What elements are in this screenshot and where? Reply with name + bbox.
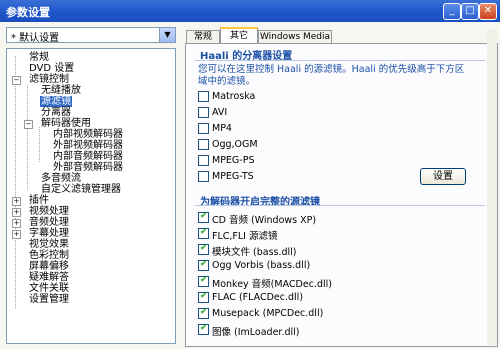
flac-checkbox[interactable] <box>198 291 209 303</box>
expand-icon[interactable]: + <box>12 208 21 217</box>
collapse-icon[interactable]: − <box>24 120 33 129</box>
tree-item-settings-management[interactable]: 设置管理 <box>29 294 69 305</box>
mp4-checkbox[interactable] <box>198 123 209 134</box>
cd-audio-checkbox[interactable] <box>198 211 209 223</box>
ogg-vorbis-checkbox[interactable] <box>198 259 209 271</box>
tree-item-external-video[interactable]: 外部视频解码器 <box>53 140 123 151</box>
mpeg-ps-label: MPEG-PS <box>212 155 255 166</box>
tree-item-dvd[interactable]: DVD 设置 <box>29 63 74 74</box>
minimize-icon[interactable]: _ <box>443 3 461 20</box>
tree-item-custom-filter[interactable]: 自定义滤镜管理器 <box>41 184 121 195</box>
tree-item-troubleshooting[interactable]: 疑难解答 <box>29 272 69 283</box>
group-divider <box>195 205 485 206</box>
tree-item-subtitle-processing[interactable]: 字幕处理 <box>29 228 69 239</box>
tree-item-visual-effects[interactable]: 视觉效果 <box>29 239 69 250</box>
tree-item-source-filter[interactable]: 源滤镜 <box>40 96 72 107</box>
preset-value: * 默认设置 <box>11 33 60 44</box>
settings-button[interactable]: 设置 <box>420 168 466 185</box>
tree-item-splitter[interactable]: 分离器 <box>41 107 71 118</box>
expand-icon[interactable]: + <box>12 219 21 228</box>
musepack-checkbox[interactable] <box>198 307 209 319</box>
tree-item-seamless[interactable]: 无缝播放 <box>41 85 81 96</box>
tree-item-video-processing[interactable]: 视频处理 <box>29 206 69 217</box>
module-file-label: 模块文件 (bass.dll) <box>212 247 297 258</box>
group-divider <box>195 60 485 61</box>
tree-item-filter-control[interactable]: 滤镜控制 <box>29 74 69 85</box>
tree-item-general[interactable]: 常规 <box>29 52 49 63</box>
tree-item-color-control[interactable]: 色彩控制 <box>29 250 69 261</box>
window-title: 参数设置 <box>6 6 50 19</box>
mpeg-ts-label: MPEG-TS <box>212 171 254 182</box>
tree-item-plugins[interactable]: 插件 <box>29 195 49 206</box>
scrollbar[interactable] <box>487 29 497 345</box>
tree-item-external-audio[interactable]: 外部音频解码器 <box>53 162 123 173</box>
mpeg-ps-checkbox[interactable] <box>198 155 209 166</box>
chevron-down-icon[interactable]: ▼ <box>159 28 175 42</box>
ogg-ogm-label: Ogg,OGM <box>212 139 258 150</box>
tree-item-audio-processing[interactable]: 音频处理 <box>29 217 69 228</box>
flac-label: FLAC (FLACDec.dll) <box>212 292 304 303</box>
flc-fli-checkbox[interactable] <box>198 227 209 239</box>
collapse-icon[interactable]: − <box>12 76 21 85</box>
matroska-label: Matroska <box>212 91 256 102</box>
module-file-checkbox[interactable] <box>198 243 209 255</box>
mp4-label: MP4 <box>212 123 232 134</box>
matroska-checkbox[interactable] <box>198 91 209 102</box>
cd-audio-label: CD 音频 (Windows XP) <box>212 215 317 226</box>
splitter-description-line-1: 您可以在这里控制 Haali 的源滤镜。Haali 的优先级高于下方区 <box>198 64 465 75</box>
close-icon[interactable]: ✕ <box>479 3 497 20</box>
monkey-audio-checkbox[interactable] <box>198 275 209 287</box>
expand-icon[interactable]: + <box>12 197 21 206</box>
image-label: 图像 (ImLoader.dll) <box>212 327 300 338</box>
avi-checkbox[interactable] <box>198 107 209 118</box>
maximize-icon[interactable]: □ <box>461 3 479 20</box>
tree-item-internal-video[interactable]: 内部视频解码器 <box>53 129 123 140</box>
tree-item-internal-audio[interactable]: 内部音频解码器 <box>53 151 123 162</box>
image-checkbox[interactable] <box>198 323 209 335</box>
tree-item-decoder-usage[interactable]: 解码器使用 <box>41 118 91 129</box>
tree-item-multi-audio[interactable]: 多音频流 <box>41 173 81 184</box>
ogg-vorbis-label: Ogg Vorbis (bass.dll) <box>212 260 311 271</box>
musepack-label: Musepack (MPCDec.dll) <box>212 308 324 319</box>
avi-label: AVI <box>212 107 228 118</box>
mpeg-ts-checkbox[interactable] <box>198 171 209 182</box>
tree-item-screen-offset[interactable]: 屏幕偏移 <box>29 261 69 272</box>
tab-windows-media[interactable]: Windows Media <box>258 30 332 43</box>
tab-other[interactable]: 其它 <box>220 27 258 44</box>
expand-icon[interactable]: + <box>12 230 21 239</box>
settings-tree: 常规 DVD 设置 − 滤镜控制 无缝播放 源滤镜 分离器 − 解码器使用 内部… <box>6 48 176 344</box>
splitter-description-line-2: 域中的滤镜。 <box>198 76 256 87</box>
tab-general[interactable]: 常规 <box>186 30 220 43</box>
title-bar: 参数设置 _ □ ✕ <box>0 0 500 22</box>
flc-fli-label: FLC,FLI 源滤镜 <box>212 231 278 242</box>
preset-dropdown[interactable]: * 默认设置 ▼ <box>6 27 176 44</box>
ogg-ogm-checkbox[interactable] <box>198 139 209 150</box>
tree-item-file-association[interactable]: 文件关联 <box>29 283 69 294</box>
monkey-audio-label: Monkey 音频(MACDec.dll) <box>212 279 332 290</box>
